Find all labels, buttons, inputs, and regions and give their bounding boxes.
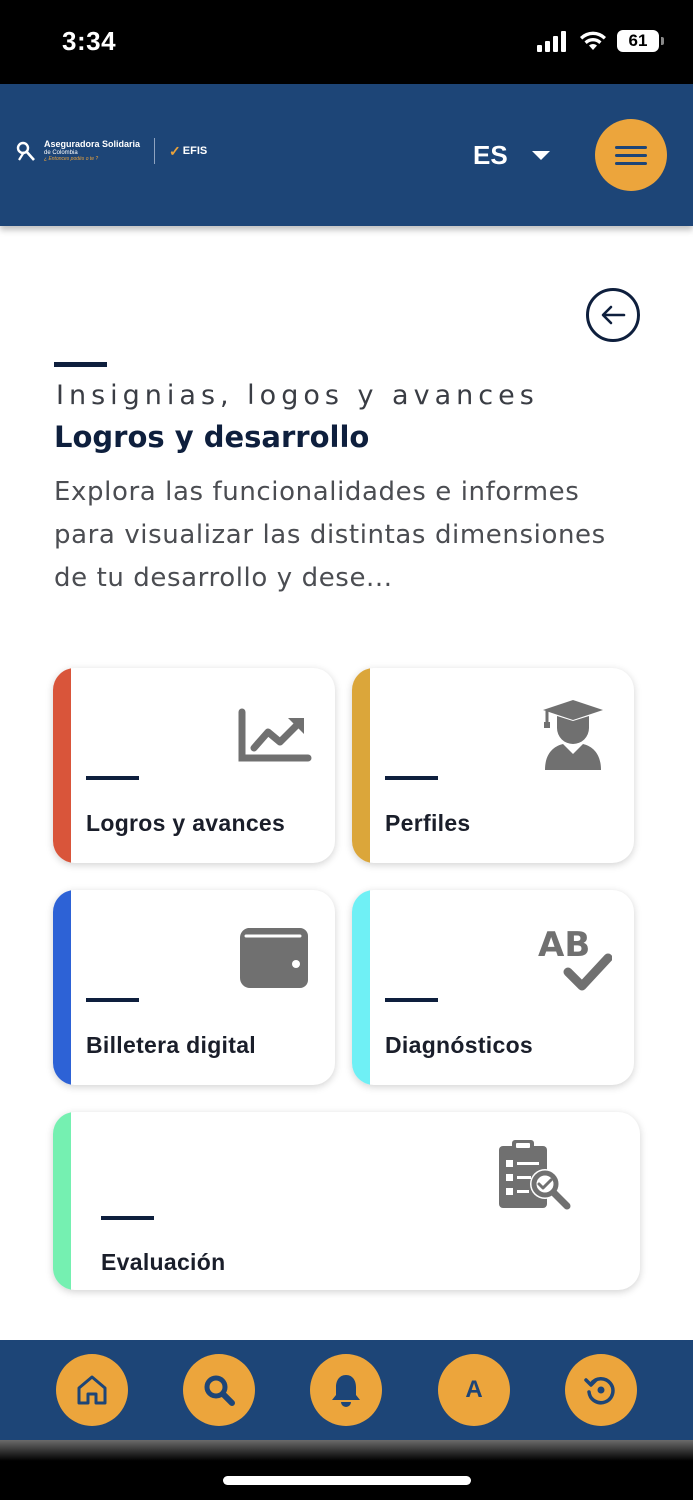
card-accent [53,668,71,863]
card-logros-y-avances[interactable]: Logros y avances [53,668,335,863]
card-label: Perfiles [385,810,471,836]
svg-text:AB: AB [538,925,590,965]
status-time: 3:34 [62,26,117,56]
home-indicator[interactable] [223,1476,471,1485]
signal-icon [537,31,566,52]
page-title: Logros y desarrollo [54,420,370,454]
bottom-nav: A [0,1340,693,1440]
brand-tagline: ¿ Entonces podés o te ? [44,156,99,162]
card-label: Evaluación [101,1249,226,1275]
card-dash [101,1216,154,1220]
card-evaluacion[interactable]: Evaluación [53,1112,640,1290]
card-dash [86,998,139,1002]
nav-home-button[interactable] [56,1354,128,1426]
title-accent-bar [54,362,107,367]
card-label: Billetera digital [86,1032,256,1058]
accessibility-a-icon: A [465,1376,483,1403]
card-dash [385,776,438,780]
spell-check-icon: AB [538,925,612,991]
efis-label: EFIS [182,145,208,157]
nav-accessibility-button[interactable]: A [438,1354,510,1426]
card-diagnosticos[interactable]: AB Diagnósticos [352,890,634,1085]
efis-check-icon: ✓ [169,142,181,159]
card-dash [385,998,438,1002]
home-icon [77,1375,107,1405]
logo-divider [154,138,156,164]
hamburger-menu-button[interactable] [595,119,667,191]
battery-level: 61 [628,31,648,50]
caret-down-icon [531,151,550,160]
search-icon [204,1375,235,1406]
menu-line-icon [615,145,647,149]
brand-line1: Aseguradora Solidaria [44,139,141,149]
graduate-user-icon [543,700,603,770]
menu-line-icon [615,161,647,165]
back-button[interactable] [586,288,640,342]
card-accent [53,1112,71,1290]
nav-search-button[interactable] [183,1354,255,1426]
wifi-icon [580,31,606,50]
bell-icon [332,1375,360,1407]
brand-logo[interactable]: Aseguradora Solidaria de Colombia ¿ Ento… [16,138,207,164]
app-header: Aseguradora Solidaria de Colombia ¿ Ento… [0,84,693,226]
menu-line-icon [615,153,647,157]
status-bar: 3:34 61 [0,0,693,84]
clipboard-search-icon [499,1140,571,1210]
brand-name: Aseguradora Solidaria de Colombia ¿ Ento… [44,140,140,162]
card-accent [352,668,370,863]
card-label: Logros y avances [86,810,286,836]
card-billetera-digital[interactable]: Billetera digital [53,890,335,1085]
language-selector[interactable]: ES [473,140,550,171]
card-perfiles[interactable]: Perfiles [352,668,634,863]
brand-mark-icon [16,141,35,161]
card-label: Diagnósticos [385,1032,534,1058]
nav-notifications-button[interactable] [310,1354,382,1426]
nav-history-button[interactable] [565,1354,637,1426]
card-accent [53,890,71,1085]
section-eyebrow: Insignias, logos y avances [56,380,539,411]
battery-icon: 61 [617,30,664,52]
card-dash [86,776,139,780]
efis-logo: ✓ EFIS [169,143,207,160]
card-accent [352,890,370,1085]
status-icons: 61 [537,30,664,52]
language-label: ES [473,140,508,170]
home-indicator-area [0,1440,693,1500]
arrow-left-icon [601,305,626,325]
page-description: Explora las funcionalidades e informes p… [54,477,606,593]
wallet-icon [239,928,308,988]
history-icon [584,1376,615,1405]
chart-line-icon [238,708,312,762]
